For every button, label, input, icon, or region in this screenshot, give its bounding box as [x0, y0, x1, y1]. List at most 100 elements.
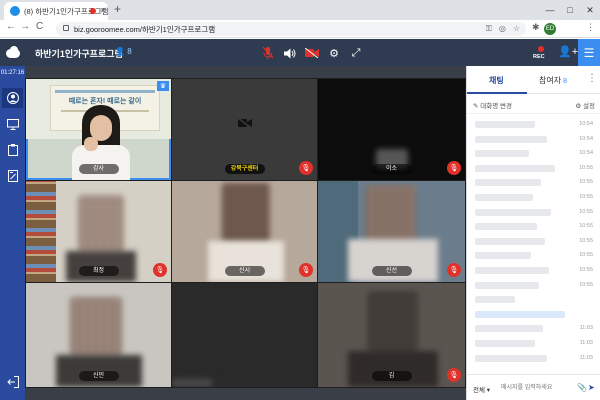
message-time: 10:55: [579, 281, 593, 288]
chat-message: 10:55: [467, 249, 600, 262]
grid-top-strip: [25, 66, 466, 78]
exit-room-button[interactable]: [2, 372, 23, 392]
record-button[interactable]: REC: [533, 42, 549, 64]
blurred-message-text: [475, 135, 547, 143]
mic-muted-icon: 🎙: [447, 368, 461, 382]
video-tile-participant[interactable]: 신민: [26, 283, 171, 387]
blurred-face: [222, 183, 270, 243]
browser-menu-icon[interactable]: ⋮: [586, 22, 595, 33]
speaker-button[interactable]: [282, 45, 298, 61]
chat-message: 11:03: [467, 337, 600, 350]
profile-avatar[interactable]: ED: [544, 23, 556, 35]
exit-icon: [6, 376, 19, 388]
blurred-message-text: [475, 325, 543, 333]
video-tile-participant[interactable]: 신선 🎙: [318, 181, 465, 282]
blurred-message-text: [475, 179, 541, 187]
expand-icon: ⤢: [351, 46, 361, 59]
participant-view-button[interactable]: [2, 88, 23, 108]
window-controls: — □ ✕: [540, 0, 600, 20]
message-time: 10:55: [579, 223, 593, 230]
blurred-message-text: [475, 121, 535, 128]
blurred-face: [368, 291, 418, 353]
location-icon[interactable]: ◎: [499, 24, 506, 34]
recipient-select[interactable]: 전체 ▾: [473, 384, 490, 394]
speaker-icon: [284, 48, 296, 58]
message-time: 10:55: [579, 252, 593, 259]
participant-name-tag: 신시: [224, 266, 265, 276]
screen-share-button[interactable]: [2, 114, 23, 134]
change-nickname-button[interactable]: ✎ 대화명 변경: [473, 100, 512, 110]
hamburger-icon: ☰: [583, 45, 595, 60]
speaker-hand: [84, 137, 98, 151]
invite-user-button[interactable]: 👤+: [558, 45, 578, 58]
video-tile-participant[interactable]: 김 🎙: [318, 283, 465, 387]
video-tile-participant[interactable]: 이소 🎙: [318, 79, 465, 180]
fullscreen-button[interactable]: ⤢: [348, 45, 364, 61]
participant-name-tag: 강북구센터: [224, 164, 265, 174]
blurred-message-text: [475, 340, 535, 347]
chat-message: 10:54: [467, 133, 600, 146]
blurred-message-text: [475, 150, 529, 158]
blurred-message-text: [475, 223, 537, 231]
browser-toolbar: ← → C biz.gooroomee.com/하반기1인가구프로그램 ⚿ ◎ …: [0, 20, 600, 38]
reload-button[interactable]: C: [36, 21, 43, 32]
chat-message: 10:55: [467, 220, 600, 233]
back-button[interactable]: ←: [6, 21, 16, 32]
app-root: (8) 하반기1인가구프로그램 × + — □ ✕ ← → C biz.goor…: [0, 0, 600, 400]
forward-button[interactable]: →: [20, 21, 30, 32]
mic-muted-button[interactable]: [260, 45, 276, 61]
chat-message: 10:55: [467, 264, 600, 277]
message-time: 11:03: [579, 325, 593, 332]
message-time: 10:55: [579, 179, 593, 186]
speaker-body: [72, 145, 130, 180]
grid-bottom-strip: [25, 388, 466, 400]
mic-muted-icon: 🎙: [447, 161, 461, 175]
tab-chat[interactable]: 채팅: [489, 75, 504, 86]
camera-off-button[interactable]: [304, 45, 320, 61]
whiteboard-button[interactable]: [2, 166, 23, 186]
mic-muted-icon: 🎙: [299, 263, 313, 277]
message-time: 10:55: [579, 164, 593, 171]
tab-close-icon[interactable]: ×: [100, 5, 105, 15]
send-icon[interactable]: ➤: [588, 383, 595, 392]
key-icon[interactable]: ⚿: [486, 24, 492, 34]
user-count: 👤 8: [115, 47, 132, 56]
chat-message-input[interactable]: [501, 381, 575, 395]
chat-more-icon[interactable]: ⋮: [587, 73, 597, 84]
chat-message: 10:54: [467, 118, 600, 131]
minimize-button[interactable]: —: [540, 0, 560, 20]
blurred-message-text: [475, 208, 551, 216]
video-tile-host[interactable]: 때로는 혼자! 때로는 같이 ♛ 강사: [26, 79, 171, 180]
settings-button[interactable]: ⚙: [326, 45, 342, 61]
video-tile-participant[interactable]: 최정 🎙: [26, 181, 171, 282]
document-icon: [7, 144, 18, 156]
extension-icon[interactable]: ✱: [532, 22, 540, 33]
video-tile-participant[interactable]: 신시 🎙: [172, 181, 317, 282]
mic-off-icon: [263, 47, 273, 59]
blurred-face: [366, 185, 416, 243]
new-tab-button[interactable]: +: [114, 2, 121, 16]
tab-participants[interactable]: 참여자 8: [539, 75, 567, 86]
chat-tabs: 채팅 참여자 8 ⋮: [467, 66, 600, 94]
record-label: REC: [533, 54, 545, 60]
maximize-button[interactable]: □: [560, 0, 580, 20]
close-window-button[interactable]: ✕: [580, 0, 600, 20]
lock-icon: [63, 25, 69, 31]
video-tile-empty[interactable]: [172, 283, 317, 387]
blurred-message-text: [475, 354, 547, 362]
attach-file-icon[interactable]: 📎: [577, 383, 587, 392]
blurred-message-text: [475, 310, 565, 318]
document-button[interactable]: [2, 140, 23, 160]
chat-message: 10:55: [467, 206, 600, 219]
hamburger-menu-button[interactable]: ☰: [578, 39, 600, 66]
message-time: 10:55: [579, 237, 593, 244]
participant-name-tag: 김: [371, 371, 412, 381]
address-bar[interactable]: biz.gooroomee.com/하반기1인가구프로그램 ⚿ ◎ ☆: [56, 22, 526, 36]
recipient-value: 전체: [473, 387, 485, 394]
mic-muted-icon: 🎙: [299, 161, 313, 175]
blurred-caption: [172, 379, 212, 387]
bookmark-star-icon[interactable]: ☆: [513, 24, 520, 34]
browser-tab[interactable]: (8) 하반기1인가구프로그램 ×: [4, 2, 108, 20]
chat-settings-button[interactable]: ⚙ 설정: [575, 100, 595, 110]
video-tile-center[interactable]: 강북구센터 🎙: [172, 79, 317, 180]
